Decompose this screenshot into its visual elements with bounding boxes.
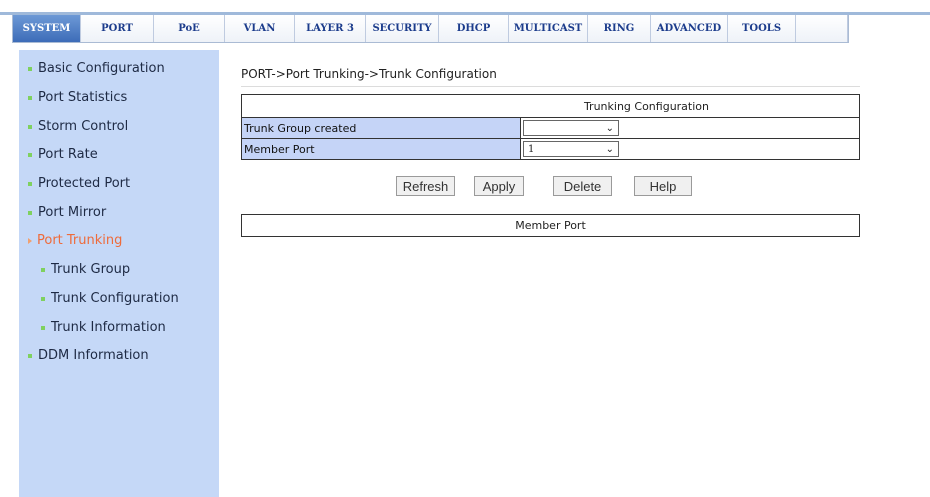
refresh-button[interactable]: Refresh [396, 176, 455, 196]
square-bullet-icon [41, 325, 45, 330]
delete-button[interactable]: Delete [553, 176, 612, 196]
tab-vlan[interactable]: VLAN [225, 15, 295, 42]
square-bullet-icon [41, 296, 45, 301]
value-cell: ⌄ [521, 118, 859, 138]
sidebar-item-label: Trunk Information [51, 320, 166, 335]
tab-empty [796, 15, 848, 42]
sidebar-item-port-mirror[interactable]: Port Mirror [28, 205, 106, 220]
member-port-select[interactable]: 1 ⌄ [523, 141, 619, 157]
table-row: Member Port 1 ⌄ [242, 139, 859, 159]
sidebar-item-trunk-information[interactable]: Trunk Information [41, 320, 166, 335]
top-navigation-bar: SYSTEM PORT PoE VLAN LAYER 3 SECURITY DH… [0, 0, 930, 45]
trunking-configuration-table: Trunking Configuration Trunk Group creat… [241, 94, 860, 160]
sidebar-item-label: Storm Control [38, 119, 129, 134]
value-cell: 1 ⌄ [521, 139, 859, 159]
sidebar-item-storm-control[interactable]: Storm Control [28, 119, 128, 134]
tab-system[interactable]: SYSTEM [13, 15, 81, 42]
trunk-group-select[interactable]: ⌄ [523, 120, 619, 136]
sidebar-item-trunk-configuration[interactable]: Trunk Configuration [41, 291, 179, 306]
square-bullet-icon [41, 267, 45, 272]
square-bullet-icon [28, 210, 32, 215]
tab-poe[interactable]: PoE [154, 15, 225, 42]
divider [241, 86, 860, 87]
main-tabs: SYSTEM PORT PoE VLAN LAYER 3 SECURITY DH… [12, 15, 849, 43]
tab-ring[interactable]: RING [588, 15, 651, 42]
help-button[interactable]: Help [634, 176, 692, 196]
tab-port[interactable]: PORT [81, 15, 154, 42]
sidebar-item-label: Trunk Configuration [51, 291, 179, 306]
sidebar-item-label: Basic Configuration [38, 61, 165, 76]
trunk-group-created-label: Trunk Group created [242, 118, 521, 138]
sidebar-item-trunk-group[interactable]: Trunk Group [41, 262, 130, 277]
tab-advanced[interactable]: ADVANCED [651, 15, 728, 42]
sidebar-item-label: Port Trunking [37, 233, 123, 248]
sidebar-item-label: Trunk Group [51, 262, 131, 277]
table-title: Member Port [515, 219, 586, 232]
table-title: Trunking Configuration [242, 95, 859, 118]
tab-tools[interactable]: TOOLS [728, 15, 796, 42]
breadcrumb: PORT->Port Trunking->Trunk Configuration [241, 67, 497, 81]
sidebar-item-label: Port Statistics [38, 90, 128, 105]
square-bullet-icon [28, 124, 32, 129]
square-bullet-icon [28, 353, 32, 358]
sidebar-item-label: Port Mirror [38, 205, 107, 220]
tab-security[interactable]: SECURITY [366, 15, 439, 42]
square-bullet-icon [28, 152, 32, 157]
sidebar-item-ddm-information[interactable]: DDM Information [28, 348, 149, 363]
square-bullet-icon [28, 66, 32, 71]
tab-layer3[interactable]: LAYER 3 [295, 15, 366, 42]
sidebar-item-label: Protected Port [38, 176, 131, 191]
chevron-down-icon: ⌄ [605, 143, 614, 155]
sidebar-item-port-trunking[interactable]: Port Trunking [28, 233, 122, 248]
sidebar-item-basic-configuration[interactable]: Basic Configuration [28, 61, 165, 76]
tab-dhcp[interactable]: DHCP [439, 15, 509, 42]
sidebar-item-label: DDM Information [38, 348, 149, 363]
sidebar-item-port-rate[interactable]: Port Rate [28, 147, 98, 162]
sidebar-item-protected-port[interactable]: Protected Port [28, 176, 130, 191]
square-bullet-icon [28, 181, 32, 186]
member-port-table: Member Port [241, 214, 860, 237]
apply-button[interactable]: Apply [474, 176, 524, 196]
member-port-label: Member Port [242, 139, 521, 159]
tab-multicast[interactable]: MULTICAST [509, 15, 588, 42]
selected-value: 1 [528, 143, 535, 155]
triangle-right-icon [28, 237, 32, 244]
sidebar-item-label: Port Rate [38, 147, 98, 162]
sidebar-item-port-statistics[interactable]: Port Statistics [28, 90, 127, 105]
square-bullet-icon [28, 95, 32, 100]
table-row: Trunk Group created ⌄ [242, 118, 859, 139]
chevron-down-icon: ⌄ [605, 122, 614, 134]
